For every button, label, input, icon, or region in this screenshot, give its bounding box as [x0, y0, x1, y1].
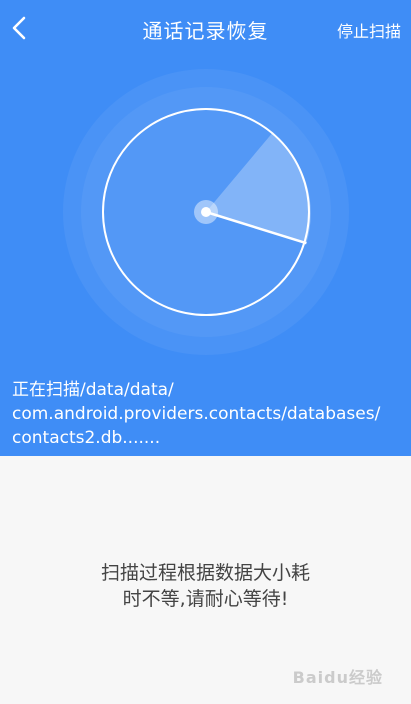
radar-animation — [0, 0, 411, 360]
wait-notice: 扫描过程根据数据大小耗 时不等,请耐心等待! — [0, 560, 411, 612]
baidu-watermark: Baidu经验 — [292, 668, 383, 687]
scan-status-line-3: contacts2.db....... — [12, 428, 161, 448]
radar-center-dot — [201, 207, 211, 217]
scan-status-text: 正在扫描/data/data/ com.android.providers.co… — [12, 378, 402, 450]
wait-notice-line-2: 时不等,请耐心等待! — [122, 588, 289, 610]
wait-notice-line-1: 扫描过程根据数据大小耗 — [100, 562, 310, 584]
scan-panel: 通话记录恢复 停止扫描 正在扫描/data/data/ com.android.… — [0, 0, 411, 456]
scan-status-line-1: 正在扫描/data/data/ — [12, 380, 174, 400]
scan-status-line-2: com.android.providers.contacts/databases… — [12, 404, 381, 424]
